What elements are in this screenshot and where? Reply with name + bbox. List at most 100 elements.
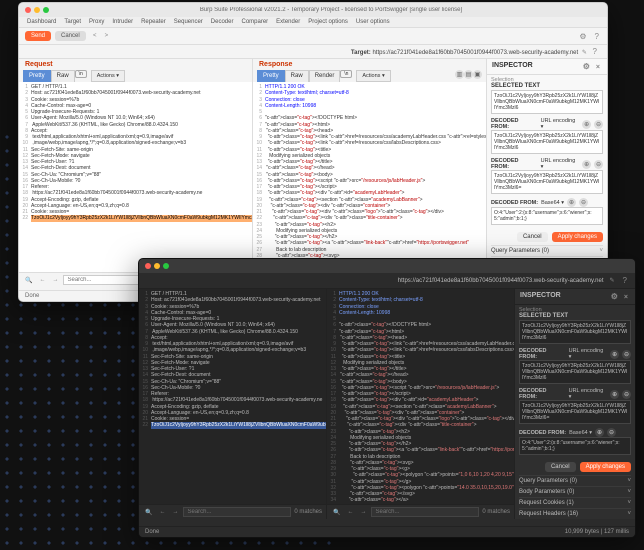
inspector-cancel-button[interactable]: Cancel [517,232,548,242]
edit-target-icon[interactable]: ✎ [608,277,617,284]
request-editor[interactable]: 1GET / HTTP/1.12Host: ac721f041ede8a1f60… [19,82,252,272]
minimize-icon[interactable] [34,7,40,13]
layout-toggle-icon[interactable]: ▤ [464,70,473,79]
step-down-icon[interactable]: ⊖ [594,160,603,169]
tab-sequencer[interactable]: Sequencer [174,19,203,25]
close-icon[interactable]: × [594,64,602,71]
search-next-icon[interactable]: → [358,509,368,515]
top-tab-bar: Dashboard Target Proxy Intruder Repeater… [19,17,607,28]
chevron-down-icon: ˅ [599,248,603,254]
tab-target[interactable]: Target [64,19,81,25]
apply-changes-button[interactable]: Apply changes [552,232,603,242]
search-next-icon[interactable]: → [50,277,60,283]
help-icon[interactable]: ? [593,32,601,41]
decoded-box[interactable]: TzoOiJ1c2VyIjoyy9hY3Rpb25zX2k1LiYW1ll8jZ… [491,170,603,194]
send-button[interactable]: Send [25,31,51,41]
forward-icon[interactable]: > [101,33,111,39]
row-request-cookies[interactable]: Request Cookies (1)˅ [519,497,631,508]
close-icon[interactable] [145,263,151,269]
response-editor[interactable]: 1HTTP/1.1 200 OK2Content-Type: text/html… [327,289,514,504]
search-icon[interactable]: 🔍 [23,277,34,284]
layout-toggle-icon[interactable]: ▣ [473,70,482,79]
tab-render[interactable]: Render [309,70,341,82]
step-up-icon[interactable]: ⊕ [595,428,604,437]
search-input[interactable] [371,507,479,517]
tab-project-options[interactable]: Project options [308,19,348,25]
decoded-box[interactable]: TzoOiJ1c2VyIjoyy9hY3Rpb25zX2k1LiYW1ll8jZ… [519,400,631,424]
search-next-icon[interactable]: → [170,509,180,515]
apply-changes-button[interactable]: Apply changes [580,462,631,472]
decoded-final[interactable]: O:4:"User":2:{s:8:"username";s:6:"wiener… [519,437,631,455]
response-pane: 1HTTP/1.1 200 OK2Content-Type: text/html… [327,289,515,519]
tab-pretty[interactable]: Pretty [257,70,285,82]
tab-intruder[interactable]: Intruder [112,19,133,25]
step-up-icon[interactable]: ⊕ [582,160,591,169]
tab-pretty[interactable]: Pretty [23,70,51,82]
search-input[interactable] [183,507,291,517]
tab-raw[interactable]: Raw [285,70,309,82]
tab-dashboard[interactable]: Dashboard [27,19,56,25]
tab-comparer[interactable]: Comparer [241,19,268,25]
tab-user-options[interactable]: User options [356,19,390,25]
step-up-icon[interactable]: ⊕ [610,350,619,359]
window-controls[interactable] [139,260,175,272]
encoding-select[interactable]: URL encoding ▾ [541,118,580,130]
search-prev-icon[interactable]: ← [157,509,167,515]
inspector-cancel-button[interactable]: Cancel [545,462,576,472]
step-down-icon[interactable]: ⊖ [607,428,616,437]
search-icon[interactable]: 🔍 [331,509,342,516]
encoding-select[interactable]: Base64 ▾ [569,430,592,436]
response-editor[interactable]: 1HTTP/1.1 200 OK2Content-Type: text/html… [253,82,486,272]
gear-icon[interactable]: ⚙ [609,292,620,301]
step-up-icon[interactable]: ⊕ [610,390,619,399]
close-icon[interactable] [25,7,31,13]
step-down-icon[interactable]: ⊖ [594,120,603,129]
step-down-icon[interactable]: ⊖ [622,350,631,359]
tab-raw[interactable]: Raw [51,70,75,82]
tab-decoder[interactable]: Decoder [211,19,234,25]
layout-toggle-icon[interactable]: ▥ [455,70,464,79]
step-down-icon[interactable]: ⊖ [622,390,631,399]
tab-extender[interactable]: Extender [276,19,300,25]
row-body-parameters[interactable]: Body Parameters (0)˅ [519,486,631,497]
inspector-title: INSPECTOR [492,62,533,71]
tab-repeater[interactable]: Repeater [141,19,166,25]
search-prev-icon[interactable]: ← [37,277,47,283]
newline-toggle[interactable]: \n [75,70,87,78]
response-search: 🔍 ← → 0 matches [327,504,514,519]
selected-text-value[interactable]: TzoOiJ1c2VyIjoyy9hY3Rpb25zX2k1LiYW1ll8jZ… [519,320,631,344]
zoom-icon[interactable] [163,263,169,269]
help-icon[interactable]: ? [591,47,599,56]
decoded-box[interactable]: TzoOiJ1c2VyIjoyy9hY3Rpb25zX2k1LiYW1ll8jZ… [491,130,603,154]
gear-icon[interactable]: ⚙ [577,32,588,41]
request-editor[interactable]: 1GET / HTTP/1.12Host: ac721f041ede8a1f60… [139,289,326,504]
gear-icon[interactable]: ⚙ [581,62,592,71]
help-icon[interactable]: ? [621,276,629,285]
newline-toggle[interactable]: \n [340,70,352,78]
close-icon[interactable]: × [622,294,630,301]
row-request-headers[interactable]: Request Headers (16)˅ [519,508,631,519]
step-down-icon[interactable]: ⊖ [579,198,588,207]
row-query-parameters[interactable]: Query Parameters (0)˅ [519,475,631,486]
encoding-select[interactable]: URL encoding ▾ [569,388,608,400]
encoding-select[interactable]: URL encoding ▾ [541,158,580,170]
encoding-select[interactable]: Base64 ▾ [541,200,564,206]
search-prev-icon[interactable]: ← [345,509,355,515]
minimize-icon[interactable] [154,263,160,269]
search-icon[interactable]: 🔍 [143,509,154,516]
cancel-button[interactable]: Cancel [55,31,86,41]
step-up-icon[interactable]: ⊕ [567,198,576,207]
zoom-icon[interactable] [43,7,49,13]
actions-dropdown[interactable]: Actions ▾ [356,70,390,82]
row-query-parameters[interactable]: Query Parameters (0)˅ [491,245,603,256]
decoded-box[interactable]: TzoOiJ1c2VyIjoyy9hY3Rpb25zX2k1LiYW1ll8jZ… [519,360,631,384]
encoding-select[interactable]: URL encoding ▾ [569,348,608,360]
back-icon[interactable]: < [90,33,100,39]
actions-dropdown[interactable]: Actions ▾ [91,70,125,82]
tab-proxy[interactable]: Proxy [89,19,104,25]
decoded-final[interactable]: O:4:"User":2:{s:8:"username";s:6:"wiener… [491,207,603,225]
window-controls[interactable] [19,4,55,16]
selected-text-value[interactable]: TzoOiJ1c2VyIjoyy9hY3Rpb25zX2k1LiYW1ll8jZ… [491,90,603,114]
edit-target-icon[interactable]: ✎ [580,50,589,56]
step-up-icon[interactable]: ⊕ [582,120,591,129]
